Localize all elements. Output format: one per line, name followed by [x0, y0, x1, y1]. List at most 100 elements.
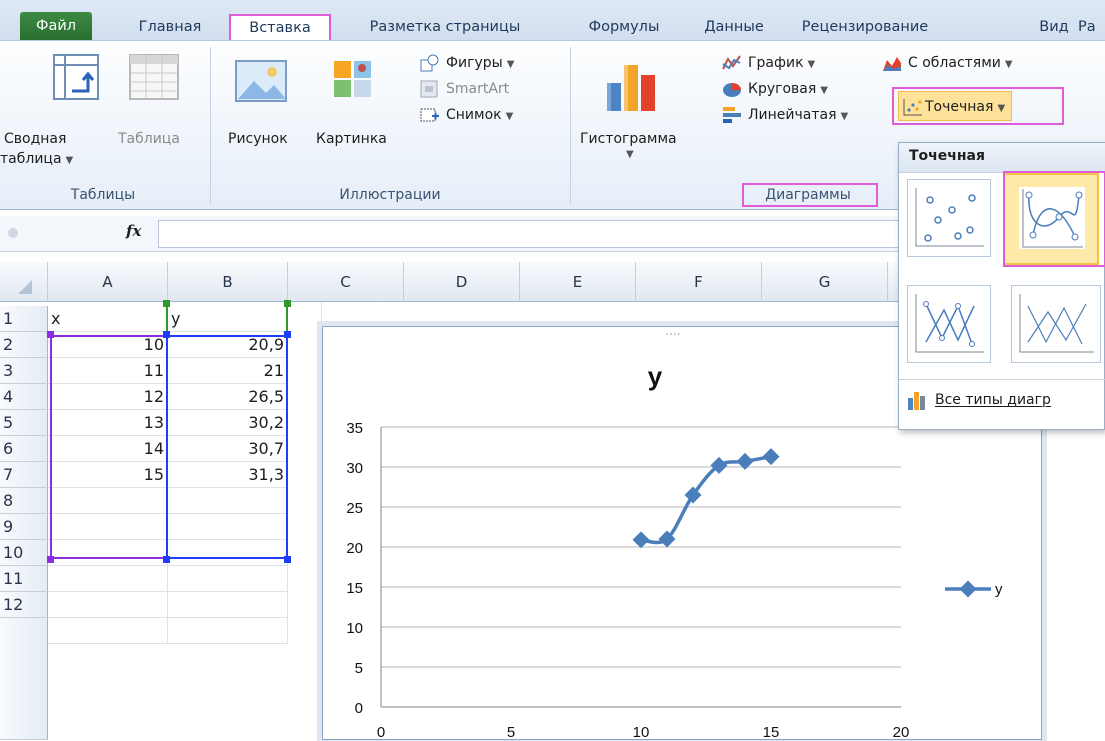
screenshot-button[interactable]: Снимок ▼	[420, 103, 513, 127]
row-header-2[interactable]: 2	[0, 332, 48, 358]
y-tick-label: 0	[355, 700, 363, 717]
pivot-table-label-line1[interactable]: Сводная	[4, 131, 66, 147]
dropdown-arrow-icon: ▼	[1004, 59, 1013, 70]
cell-empty[interactable]	[168, 566, 288, 592]
cell-empty[interactable]	[168, 592, 288, 618]
picture-button-label[interactable]: Рисунок	[228, 131, 288, 147]
column-header-a[interactable]: A	[48, 262, 168, 302]
column-chart-label[interactable]: Гистограмма	[580, 131, 677, 147]
group-separator	[570, 47, 571, 205]
row-header-4[interactable]: 4	[0, 384, 48, 410]
column-chart-icon[interactable]	[604, 59, 662, 113]
smartart-icon	[420, 80, 438, 98]
scatter-straight-lines-option[interactable]	[1011, 285, 1101, 363]
picture-icon[interactable]	[234, 59, 290, 103]
column-header-b[interactable]: B	[168, 262, 288, 302]
dropdown-arrow-icon: ▼	[820, 85, 828, 96]
y-tick-label: 35	[346, 420, 363, 437]
tab-formulas[interactable]: Формулы	[576, 16, 672, 40]
group-label-illustrations: Иллюстрации	[339, 187, 441, 203]
row-header-11[interactable]: 11	[0, 566, 48, 592]
group-label-tables: Таблицы	[70, 187, 136, 203]
fx-icon[interactable]: fx	[126, 222, 141, 240]
y-tick-label: 20	[346, 540, 363, 557]
cell-a1[interactable]: x	[48, 306, 168, 332]
charts-group-highlight-frame	[742, 183, 878, 207]
table-icon[interactable]	[128, 53, 182, 103]
legend-label: y	[995, 581, 1003, 598]
column-header-c[interactable]: C	[288, 262, 404, 302]
selection-handle[interactable]	[163, 556, 170, 563]
column-header-d[interactable]: D	[404, 262, 520, 302]
header-range-selection	[166, 303, 288, 335]
all-chart-types-icon	[908, 392, 925, 410]
all-chart-types-button[interactable]: Все типы диагр	[905, 387, 1051, 413]
tab-developer-partial[interactable]: Ра	[1078, 16, 1105, 40]
cell-empty[interactable]	[48, 592, 168, 618]
row-header-1[interactable]: 1	[0, 306, 48, 332]
dropdown-arrow-icon: ▼	[840, 111, 849, 122]
legend-marker	[959, 580, 977, 598]
tab-view[interactable]: Вид	[1034, 16, 1074, 40]
column-header-f[interactable]: F	[636, 262, 762, 302]
select-all-corner[interactable]	[0, 262, 48, 302]
table-button-label[interactable]: Таблица	[118, 131, 180, 147]
scatter-markers-only-option[interactable]	[907, 179, 991, 257]
pivot-table-icon[interactable]	[52, 53, 102, 103]
row-header-6[interactable]: 6	[0, 436, 48, 462]
row-header-10[interactable]: 10	[0, 540, 48, 566]
grid-column-lines	[288, 302, 322, 740]
selection-handle[interactable]	[163, 300, 170, 307]
tab-data[interactable]: Данные	[694, 16, 774, 40]
x-tick-label: 10	[633, 724, 650, 741]
bar-chart-button[interactable]: Линейчатая ▼	[722, 103, 848, 127]
cell-empty[interactable]	[48, 618, 168, 644]
line-chart-button[interactable]: График ▼	[722, 51, 815, 75]
scatter-markers-icon	[915, 188, 984, 247]
row-header-5[interactable]: 5	[0, 410, 48, 436]
clipart-button-label[interactable]: Картинка	[316, 131, 387, 147]
column-header-g[interactable]: G	[762, 262, 888, 302]
tab-insert[interactable]: Вставка	[229, 14, 331, 42]
area-chart-button[interactable]: С областями ▼	[882, 51, 1013, 75]
row-header-7[interactable]: 7	[0, 462, 48, 488]
selection-handle[interactable]	[47, 556, 54, 563]
smartart-button[interactable]: SmartArt	[420, 77, 509, 101]
row-header-12[interactable]: 12	[0, 592, 48, 618]
selection-handle[interactable]	[163, 331, 170, 338]
dropdown-arrow-icon: ▼	[626, 149, 634, 160]
cell-empty[interactable]	[168, 618, 288, 644]
scatter-gallery-dropdown: Точечная Все типы диагр	[898, 142, 1105, 430]
selection-handle[interactable]	[47, 331, 54, 338]
shapes-button[interactable]: Фигуры ▼	[420, 51, 514, 75]
y-range-selection	[166, 335, 288, 559]
formula-input[interactable]	[158, 220, 900, 248]
row-header-3[interactable]: 3	[0, 358, 48, 384]
tab-file[interactable]: Файл	[20, 12, 92, 40]
scatter-smooth-lines-option[interactable]	[907, 285, 991, 363]
tab-home[interactable]: Главная	[124, 16, 216, 40]
pivot-table-label-line2[interactable]: таблица ▼	[0, 151, 73, 167]
group-separator	[210, 47, 211, 205]
scatter-straight-lines-markers-icon	[915, 294, 984, 353]
y-tick-label: 5	[355, 660, 363, 677]
data-point	[762, 448, 780, 466]
scatter-straight-lines-icon	[1019, 294, 1094, 353]
x-range-selection	[50, 335, 168, 559]
row-header-8[interactable]: 8	[0, 488, 48, 514]
clipart-icon[interactable]	[332, 59, 374, 99]
line-chart-icon	[722, 55, 741, 70]
y-tick-label: 15	[346, 580, 363, 597]
pie-chart-button[interactable]: Круговая ▼	[722, 77, 828, 101]
data-point	[632, 531, 650, 549]
row-header-9[interactable]: 9	[0, 514, 48, 540]
shapes-icon	[420, 54, 439, 72]
column-header-e[interactable]: E	[520, 262, 636, 302]
scatter-highlight-frame	[892, 87, 1064, 125]
y-tick-label: 30	[346, 460, 363, 477]
tab-review[interactable]: Рецензирование	[790, 16, 940, 40]
cell-empty[interactable]	[48, 566, 168, 592]
dropdown-arrow-icon: ▼	[65, 155, 74, 166]
name-box-collapse-icon[interactable]	[8, 228, 18, 238]
tab-page-layout[interactable]: Разметка страницы	[340, 16, 550, 40]
